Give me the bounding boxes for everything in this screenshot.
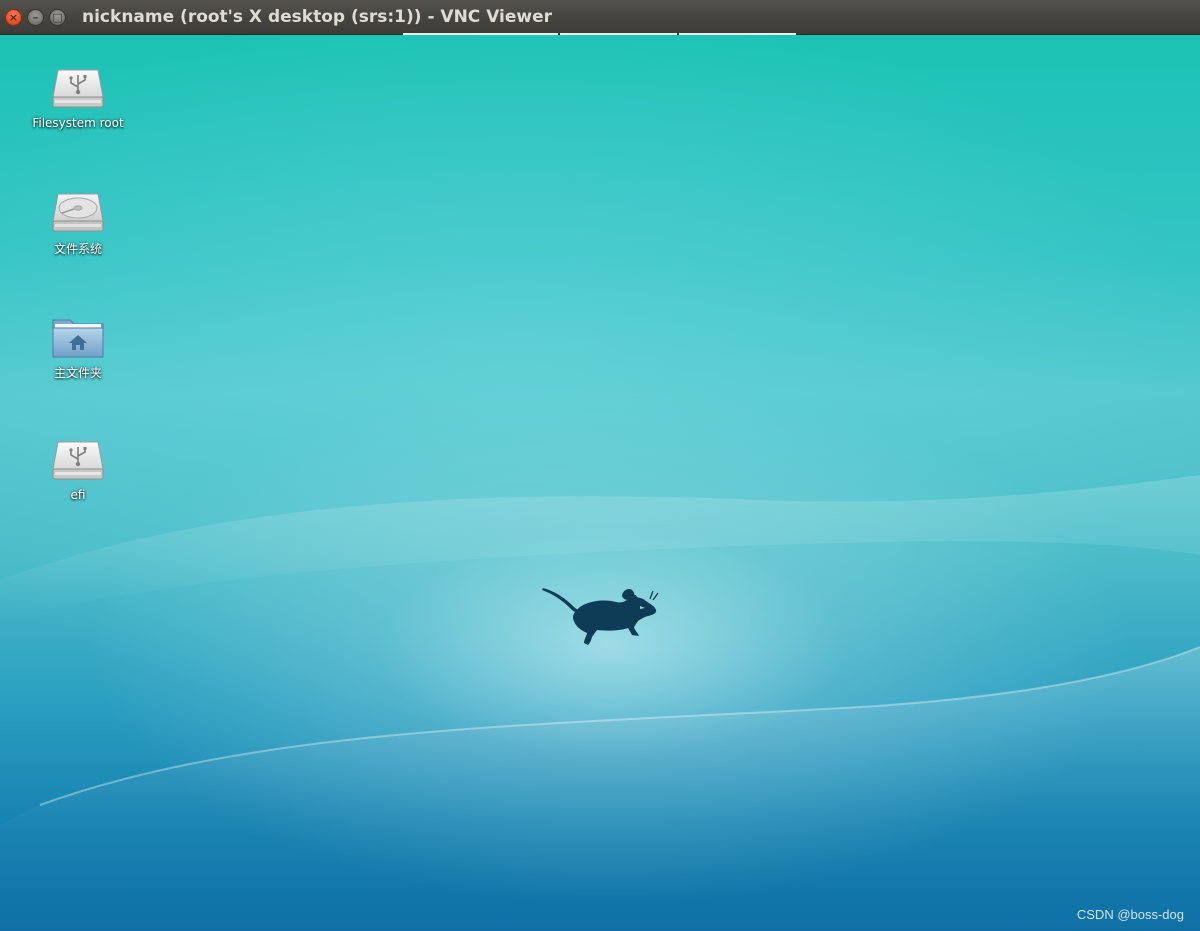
- close-button[interactable]: ×: [5, 9, 22, 26]
- title-bar[interactable]: × – □ nickname (root's X desktop (srs:1)…: [0, 0, 1200, 35]
- desktop-icon-label: 主文件夹: [53, 366, 102, 380]
- desktop-icon-efi[interactable]: efi: [18, 439, 138, 502]
- maximize-icon: □: [52, 11, 63, 24]
- csdn-watermark: CSDN @boss-dog: [1076, 907, 1184, 922]
- desktop-icon-label: 文件系统: [53, 242, 102, 256]
- home-folder-icon: [52, 319, 104, 358]
- wallpaper-waves: [0, 475, 1200, 931]
- usb-drive-icon: [52, 69, 104, 108]
- maximize-button[interactable]: □: [49, 9, 66, 26]
- vnc-viewer-window: × – □ nickname (root's X desktop (srs:1)…: [0, 0, 1200, 931]
- desktop-icon-label: efi: [70, 488, 86, 502]
- desktop[interactable]: Filesystem root 文件系统 主文件夹 efi CSDN @boss…: [0, 35, 1200, 931]
- desktop-icon-home-folder[interactable]: 主文件夹: [18, 315, 138, 381]
- xfce-mouse-logo: [542, 588, 659, 645]
- minimize-icon: –: [32, 11, 39, 24]
- desktop-icon-label: Filesystem root: [32, 116, 124, 130]
- desktop-icon-filesystem[interactable]: 文件系统: [18, 191, 138, 257]
- window-title: nickname (root's X desktop (srs:1)) - VN…: [82, 7, 553, 27]
- desktop-icon-filesystem-root[interactable]: Filesystem root: [18, 67, 138, 130]
- minimize-button[interactable]: –: [27, 9, 44, 26]
- usb-drive-icon: [52, 441, 104, 480]
- hard-drive-icon: [52, 193, 104, 232]
- close-icon: ×: [8, 11, 19, 24]
